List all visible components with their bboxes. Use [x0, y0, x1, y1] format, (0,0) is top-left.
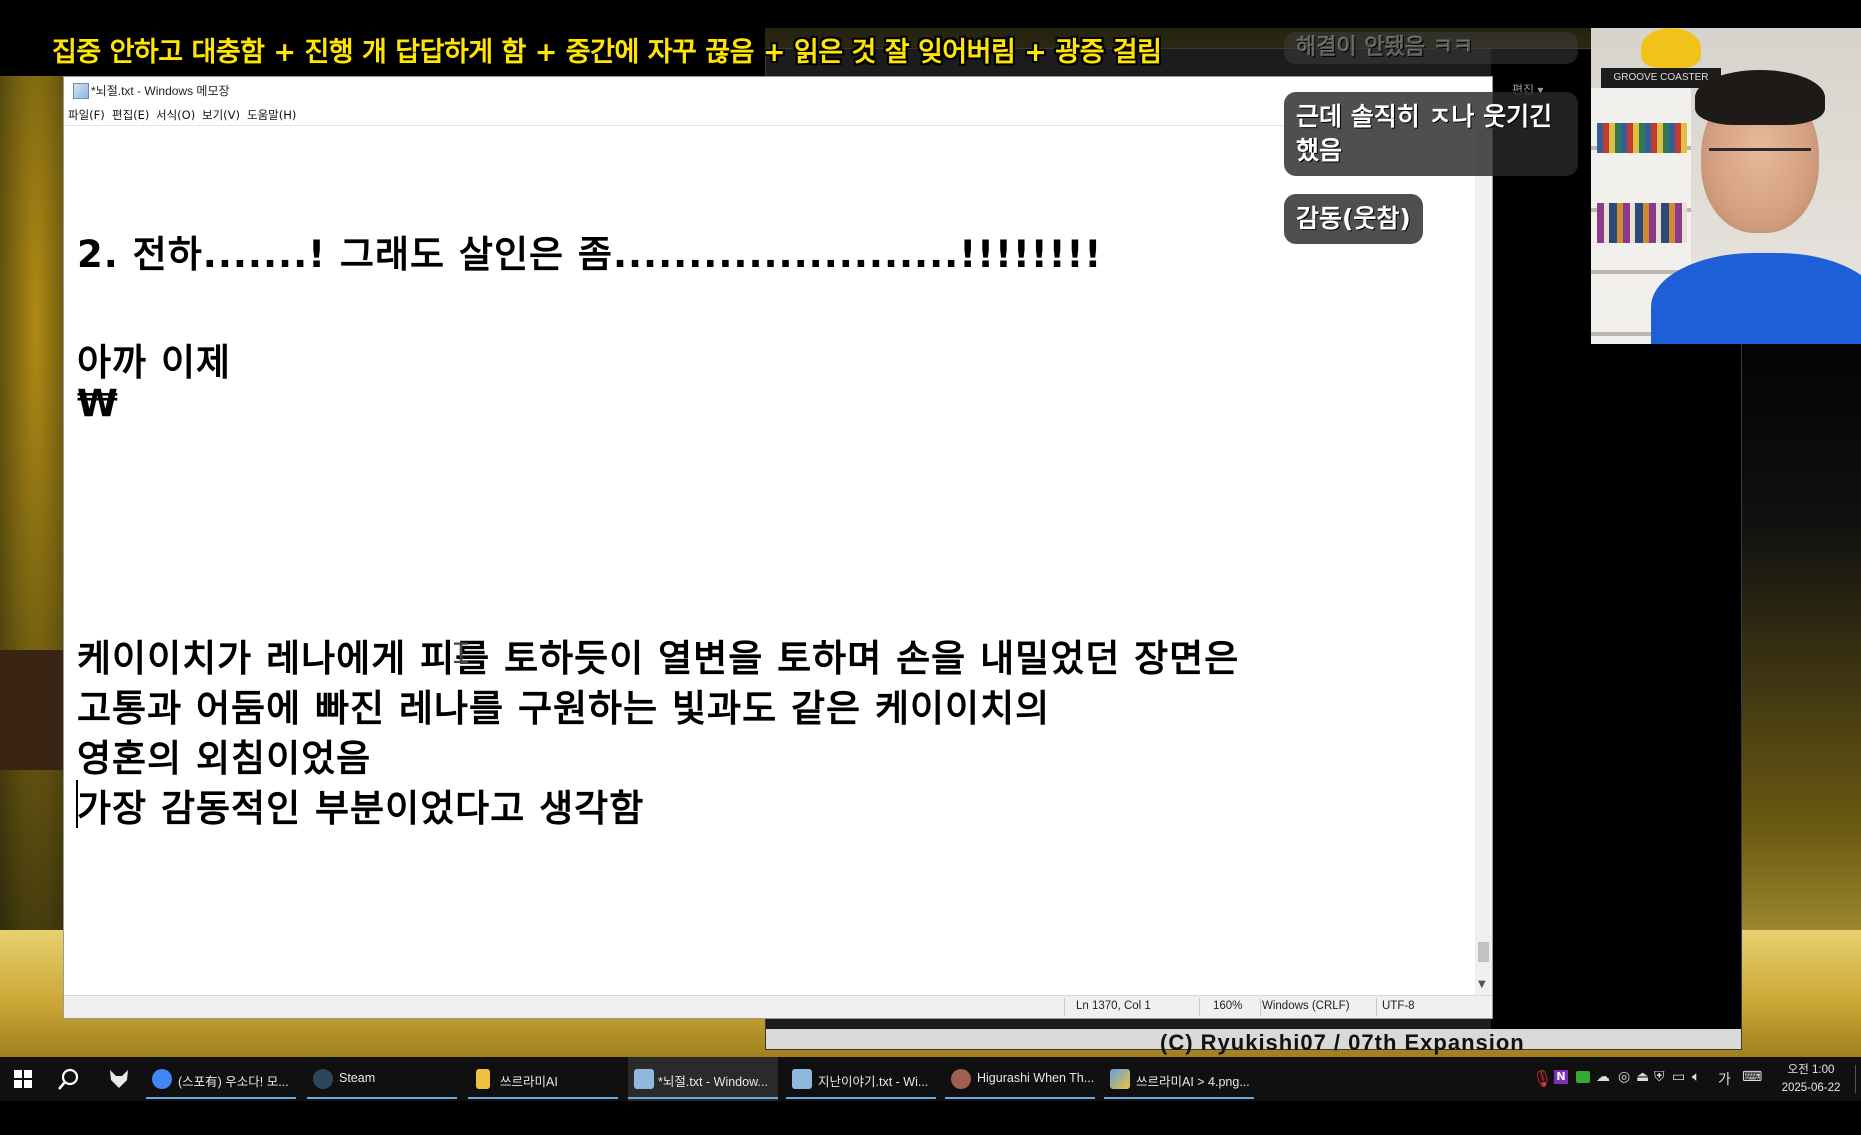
keyboard-icon[interactable]: ⌨ [1742, 1069, 1762, 1085]
status-zoom: 160% [1213, 1000, 1243, 1012]
taskbar-item-label: Steam [339, 1071, 376, 1085]
system-tray: 🎙︎ N ☁ ◎ ⏏ ⛨ ▭ 🔈︎ 가 ⌨ [1528, 1057, 1768, 1101]
security-icon[interactable]: ⛨ [1654, 1069, 1665, 1085]
text-line: 영혼의 외침이었음 [77, 737, 372, 780]
chat-message: 근데 솔직히 ㅈ나 웃기긴 했음 [1284, 92, 1578, 176]
menu-format[interactable]: 서식(O) [156, 107, 195, 123]
higurashi-icon [951, 1069, 971, 1089]
ime-indicator[interactable]: 가 [1718, 1069, 1731, 1089]
start-button[interactable] [12, 1057, 42, 1101]
vertical-scrollbar[interactable]: ▼ [1475, 126, 1492, 996]
windows-logo-icon [14, 1070, 32, 1088]
taskbar-underline [786, 1097, 936, 1099]
chrome-icon [152, 1069, 172, 1089]
webcam-feed: GROOVE COASTER [1591, 28, 1861, 344]
folder-icon [476, 1069, 490, 1089]
status-separator [1199, 998, 1200, 1016]
taskbar-underline [628, 1097, 778, 1099]
text-line: 케이이치가 레나에게 피를 토하듯이 열변을 토하며 손을 내밀었던 장면은 [77, 637, 1240, 680]
taskbar-item-higurashi[interactable]: Higurashi When Th... [945, 1057, 1096, 1101]
clock-date: 2025-06-22 [1781, 1082, 1841, 1094]
webcam-plush [1641, 28, 1701, 68]
game-credit-text: (C) Ryukishi07 / 07th Expansion [1160, 1030, 1525, 1055]
notepad-window[interactable]: *뇌절.txt - Windows 메모장 파일(F) 편집(E) 서식(O) … [63, 76, 1493, 1019]
bottom-letterbox [0, 1101, 1861, 1135]
taskbar-underline [307, 1097, 457, 1099]
search-icon [58, 1068, 79, 1090]
menu-view[interactable]: 보기(V) [202, 107, 240, 123]
top-black-bar [0, 0, 1861, 28]
taskbar-underline [1104, 1097, 1254, 1099]
webcam-person-glasses [1709, 148, 1811, 177]
text-line: ₩ [77, 382, 119, 425]
menu-help[interactable]: 도움말(H) [247, 107, 296, 123]
menu-file[interactable]: 파일(F) [68, 107, 105, 123]
nvidia-icon[interactable] [1576, 1071, 1590, 1083]
status-separator [1260, 998, 1261, 1016]
notepad-titlebar[interactable]: *뇌절.txt - Windows 메모장 [64, 77, 1492, 103]
taskbar-item-photos[interactable]: 쓰르라미AI > 4.png... [1104, 1057, 1255, 1101]
taskbar-item-notepad-active[interactable]: *뇌절.txt - Window... [628, 1057, 778, 1101]
taskbar-underline [468, 1097, 618, 1099]
text-caret [76, 780, 78, 828]
text-line: 아까 이제 [77, 341, 232, 384]
fox-app-button[interactable] [106, 1057, 136, 1101]
taskbar-item-label: Higurashi When Th... [977, 1071, 1095, 1085]
menu-bar: 파일(F) 편집(E) 서식(O) 보기(V) 도움말(H) [64, 103, 1492, 126]
usb-icon[interactable]: ⏏ [1636, 1069, 1649, 1085]
show-desktop-button[interactable] [1855, 1065, 1860, 1093]
taskbar-clock[interactable]: 오전 1:00 2025-06-22 [1776, 1061, 1846, 1097]
search-button[interactable] [56, 1057, 86, 1101]
scrollbar-thumb[interactable] [1478, 942, 1489, 962]
taskbar-underline [945, 1097, 1095, 1099]
notepad-icon [73, 83, 89, 99]
status-separator [1376, 998, 1377, 1016]
steam-icon [313, 1069, 333, 1089]
chat-message-faded: 해결이 안됐음 ㅋㅋ [1284, 32, 1578, 64]
taskbar-item-label: 지난이야기.txt - Wi... [818, 1075, 929, 1089]
status-position: Ln 1370, Col 1 [1076, 1000, 1151, 1012]
mic-icon[interactable]: 🎙︎ [1532, 1069, 1552, 1088]
status-encoding: UTF-8 [1382, 1000, 1415, 1012]
notepad-icon [634, 1069, 654, 1089]
network-icon[interactable]: ▭ [1672, 1069, 1685, 1085]
overlay-caption: 집중 안하고 대충함 + 진행 개 답답하게 함 + 중간에 자꾸 끊음 + 읽… [52, 37, 1162, 68]
notepad-icon [792, 1069, 812, 1089]
fox-icon [110, 1070, 128, 1088]
status-separator [1064, 998, 1065, 1016]
taskbar-underline [146, 1097, 296, 1099]
clock-time: 오전 1:00 [1787, 1064, 1835, 1076]
onenote-icon[interactable]: N [1554, 1070, 1568, 1084]
volume-icon[interactable]: 🔈︎ [1692, 1069, 1700, 1085]
menu-edit[interactable]: 편집(E) [112, 107, 149, 123]
text-editor[interactable]: 2. 전하.......! 그래도 살인은 좀.................… [64, 126, 1476, 996]
webcam-books [1597, 203, 1687, 243]
webcam-person-hair [1695, 70, 1825, 125]
taskbar-item-label: *뇌절.txt - Window... [658, 1075, 768, 1089]
taskbar: (스포有) 우소다! 모... Steam 쓰르라미AI *뇌절.txt - W… [0, 1057, 1861, 1101]
taskbar-item-notepad[interactable]: 지난이야기.txt - Wi... [786, 1057, 937, 1101]
webcam-books [1597, 123, 1687, 153]
text-line: 가장 감동적인 부분이었다고 생각함 [77, 787, 645, 830]
onedrive-icon[interactable]: ☁ [1596, 1069, 1610, 1085]
chat-message: 감동(웃참) [1284, 194, 1423, 244]
status-bar: Ln 1370, Col 1 160% Windows (CRLF) UTF-8 [64, 995, 1492, 1018]
taskbar-item-chrome[interactable]: (스포有) 우소다! 모... [146, 1057, 297, 1101]
window-title: *뇌절.txt - Windows 메모장 [91, 84, 230, 98]
taskbar-item-label: 쓰르라미AI > 4.png... [1136, 1075, 1250, 1089]
text-line: 2. 전하.......! 그래도 살인은 좀.................… [77, 233, 1103, 276]
taskbar-item-label: 쓰르라미AI [500, 1075, 558, 1089]
ibeam-cursor-icon: Ｉ [447, 637, 476, 670]
photos-icon [1110, 1069, 1130, 1089]
taskbar-item-label: (스포有) 우소다! 모... [178, 1075, 289, 1089]
scroll-down-icon[interactable]: ▼ [1478, 979, 1486, 990]
steam-tray-icon[interactable]: ◎ [1618, 1069, 1630, 1085]
taskbar-item-folder[interactable]: 쓰르라미AI [468, 1057, 619, 1101]
text-line: 고통과 어둠에 빠진 레나를 구원하는 빛과도 같은 케이이치의 [77, 687, 1051, 730]
status-line-ending: Windows (CRLF) [1262, 1000, 1350, 1012]
taskbar-item-steam[interactable]: Steam [307, 1057, 458, 1101]
